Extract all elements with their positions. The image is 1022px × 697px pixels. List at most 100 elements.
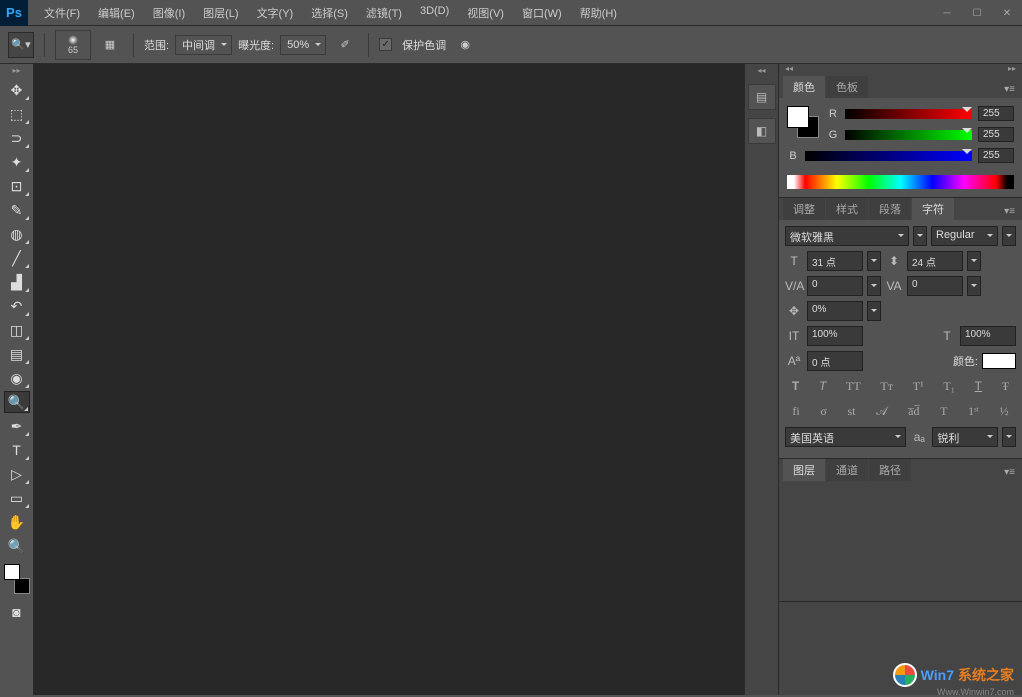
- eyedropper-tool[interactable]: ✎: [4, 199, 30, 221]
- bold-button[interactable]: T: [789, 377, 802, 396]
- menu-select[interactable]: 选择(S): [303, 1, 356, 25]
- g-value[interactable]: 255: [978, 127, 1014, 142]
- baseline-input[interactable]: 0 点: [807, 351, 863, 371]
- antialias-dd[interactable]: [1002, 427, 1016, 447]
- brush-preview[interactable]: 65: [55, 30, 91, 60]
- oldstyle-button[interactable]: T: [937, 402, 950, 421]
- exposure-select[interactable]: 50%: [280, 35, 326, 55]
- menu-help[interactable]: 帮助(H): [572, 1, 625, 25]
- zoom-tool[interactable]: 🔍: [4, 535, 30, 557]
- history-brush-tool[interactable]: ↶: [4, 295, 30, 317]
- ordinals-button[interactable]: a̅d̅: [905, 402, 922, 421]
- stylistic-button[interactable]: σ: [817, 402, 829, 421]
- range-select[interactable]: 中间调: [175, 35, 232, 55]
- color-swatches[interactable]: [4, 564, 30, 594]
- g-slider[interactable]: [845, 130, 972, 140]
- char-panel-menu[interactable]: ▾≡: [1001, 203, 1018, 220]
- marquee-tool[interactable]: ⬚: [4, 103, 30, 125]
- move-tool[interactable]: ✥: [4, 79, 30, 101]
- toolbox-collapse[interactable]: ▸▸: [0, 66, 33, 78]
- eraser-tool[interactable]: ◫: [4, 319, 30, 341]
- wand-tool[interactable]: ✦: [4, 151, 30, 173]
- allcaps-button[interactable]: TT: [843, 377, 864, 396]
- crop-tool[interactable]: ⊡: [4, 175, 30, 197]
- textcolor-swatch[interactable]: [982, 353, 1016, 369]
- blur-tool[interactable]: ◉: [4, 367, 30, 389]
- font-size-input[interactable]: 31 点: [807, 251, 863, 271]
- language-select[interactable]: 美国英语: [785, 427, 906, 447]
- panel-color-swatches[interactable]: [787, 106, 819, 138]
- close-button[interactable]: ✕: [992, 4, 1022, 24]
- menu-image[interactable]: 图像(I): [145, 1, 193, 25]
- tab-character[interactable]: 字符: [912, 198, 954, 220]
- kerning-input[interactable]: 0: [807, 276, 863, 296]
- half-button[interactable]: ½: [997, 402, 1012, 421]
- dodge-tool[interactable]: 🔍: [4, 391, 30, 413]
- airbrush-button[interactable]: ✐: [332, 32, 358, 58]
- fractions-button[interactable]: 1ˢᵗ: [965, 402, 982, 421]
- smallcaps-button[interactable]: Tᴛ: [877, 377, 896, 396]
- dock-adjustments-icon[interactable]: ◧: [748, 118, 776, 144]
- tab-paragraph[interactable]: 段落: [869, 198, 911, 220]
- tracking-input[interactable]: 0: [907, 276, 963, 296]
- lasso-tool[interactable]: ⊃: [4, 127, 30, 149]
- kerning-dd[interactable]: [867, 276, 881, 296]
- menu-type[interactable]: 文字(Y): [249, 1, 302, 25]
- vscale-input[interactable]: 100%: [807, 326, 863, 346]
- background-swatch[interactable]: [14, 578, 30, 594]
- panel-fg-swatch[interactable]: [787, 106, 809, 128]
- strike-button[interactable]: Ŧ: [999, 377, 1012, 396]
- menu-edit[interactable]: 编辑(E): [90, 1, 143, 25]
- r-value[interactable]: 255: [978, 106, 1014, 121]
- menu-filter[interactable]: 滤镜(T): [358, 1, 410, 25]
- tab-layers[interactable]: 图层: [783, 459, 825, 481]
- shape-tool[interactable]: ▭: [4, 487, 30, 509]
- fi-button[interactable]: fi: [789, 402, 802, 421]
- titling-button[interactable]: 𝒜: [873, 402, 890, 421]
- font-size-dd[interactable]: [867, 251, 881, 271]
- subscript-button[interactable]: T₁: [940, 377, 958, 396]
- type-tool[interactable]: T: [4, 439, 30, 461]
- menu-layer[interactable]: 图层(L): [195, 1, 246, 25]
- tool-preset-button[interactable]: 🔍▾: [8, 32, 34, 58]
- maximize-button[interactable]: ☐: [962, 4, 992, 24]
- heal-tool[interactable]: ◍: [4, 223, 30, 245]
- tab-color[interactable]: 颜色: [783, 76, 825, 98]
- dock-histogram-icon[interactable]: ▤: [748, 84, 776, 110]
- menu-window[interactable]: 窗口(W): [514, 1, 570, 25]
- font-family-select[interactable]: 微软雅黑: [785, 226, 909, 246]
- menu-3d[interactable]: 3D(D): [412, 1, 457, 25]
- font-family-dd[interactable]: [913, 226, 927, 246]
- font-style-dd[interactable]: [1002, 226, 1016, 246]
- tab-styles[interactable]: 样式: [826, 198, 868, 220]
- foreground-swatch[interactable]: [4, 564, 20, 580]
- leading-input[interactable]: 24 点: [907, 251, 963, 271]
- tracking-dd[interactable]: [967, 276, 981, 296]
- antialias-select[interactable]: 锐利: [932, 427, 998, 447]
- color-panel-menu[interactable]: ▾≡: [1001, 81, 1018, 98]
- menu-file[interactable]: 文件(F): [36, 1, 88, 25]
- scale-input[interactable]: 0%: [807, 301, 863, 321]
- quickmask-button[interactable]: ◙: [4, 601, 30, 623]
- tab-adjust[interactable]: 调整: [783, 198, 825, 220]
- path-select-tool[interactable]: ▷: [4, 463, 30, 485]
- font-style-select[interactable]: Regular: [931, 226, 998, 246]
- stamp-tool[interactable]: ▟: [4, 271, 30, 293]
- superscript-button[interactable]: T¹: [910, 377, 927, 396]
- tab-swatches[interactable]: 色板: [826, 76, 868, 98]
- tab-channels[interactable]: 通道: [826, 459, 868, 481]
- color-spectrum[interactable]: [787, 175, 1014, 189]
- hscale-input[interactable]: 100%: [960, 326, 1016, 346]
- pen-tool[interactable]: ✒: [4, 415, 30, 437]
- b-value[interactable]: 255: [978, 148, 1014, 163]
- hand-tool[interactable]: ✋: [4, 511, 30, 533]
- pressure-button[interactable]: ◉: [452, 32, 478, 58]
- panels-collapse[interactable]: ◂◂▸▸: [779, 64, 1022, 76]
- underline-button[interactable]: T: [972, 377, 985, 396]
- dock-collapse[interactable]: ◂◂: [745, 66, 778, 78]
- leading-dd[interactable]: [967, 251, 981, 271]
- canvas-area[interactable]: [34, 64, 744, 695]
- menu-view[interactable]: 视图(V): [459, 1, 512, 25]
- tab-paths[interactable]: 路径: [869, 459, 911, 481]
- minimize-button[interactable]: ─: [932, 4, 962, 24]
